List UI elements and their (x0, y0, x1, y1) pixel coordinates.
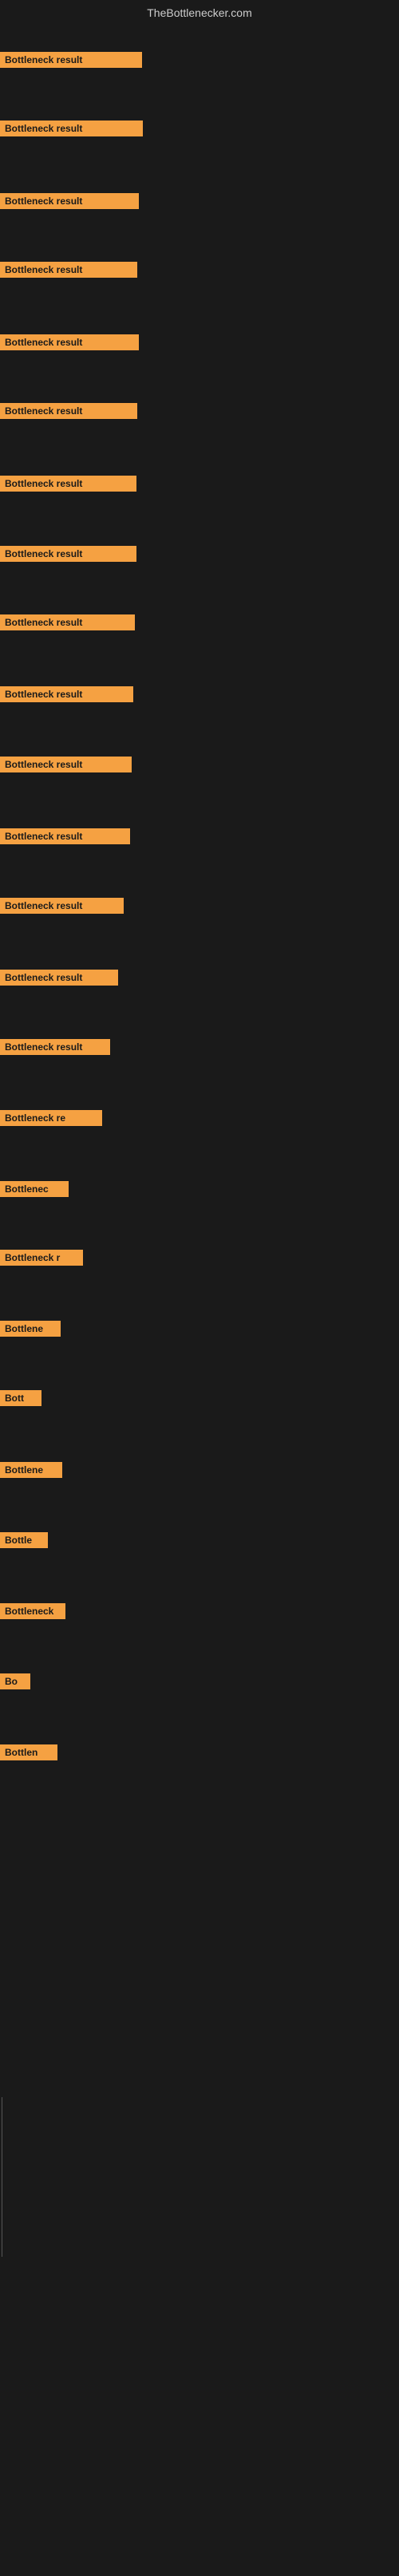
bottleneck-result-item: Bottleneck result (0, 898, 124, 914)
bottleneck-result-item: Bottleneck result (0, 686, 133, 702)
bottleneck-result-item: Bottleneck result (0, 476, 136, 492)
bottleneck-result-item: Bottlene (0, 1321, 61, 1337)
bottleneck-result-item: Bottlen (0, 1744, 57, 1760)
bottleneck-result-item: Bottleneck (0, 1603, 65, 1619)
bottleneck-result-item: Bottleneck result (0, 757, 132, 772)
site-title: TheBottlenecker.com (0, 0, 399, 22)
bottleneck-result-item: Bottleneck result (0, 334, 139, 350)
bottleneck-result-item: Bottlene (0, 1462, 62, 1478)
bottleneck-result-item: Bottleneck result (0, 970, 118, 986)
bottleneck-result-item: Bottleneck result (0, 546, 136, 562)
bottleneck-result-item: Bottleneck result (0, 828, 130, 844)
bottleneck-result-item: Bottleneck result (0, 52, 142, 68)
bottleneck-result-item: Bottleneck r (0, 1250, 83, 1266)
bottleneck-result-item: Bottlenec (0, 1181, 69, 1197)
bottleneck-result-item: Bottle (0, 1532, 48, 1548)
bottleneck-result-item: Bottleneck result (0, 614, 135, 630)
bottleneck-result-item: Bottleneck result (0, 121, 143, 136)
bottleneck-result-item: Bottleneck re (0, 1110, 102, 1126)
bottleneck-result-item: Bott (0, 1390, 41, 1406)
bottleneck-result-item: Bottleneck result (0, 193, 139, 209)
bottleneck-result-item: Bottleneck result (0, 1039, 110, 1055)
bottleneck-result-item: Bottleneck result (0, 403, 137, 419)
bottleneck-result-item: Bottleneck result (0, 262, 137, 278)
bottleneck-result-item: Bo (0, 1673, 30, 1689)
